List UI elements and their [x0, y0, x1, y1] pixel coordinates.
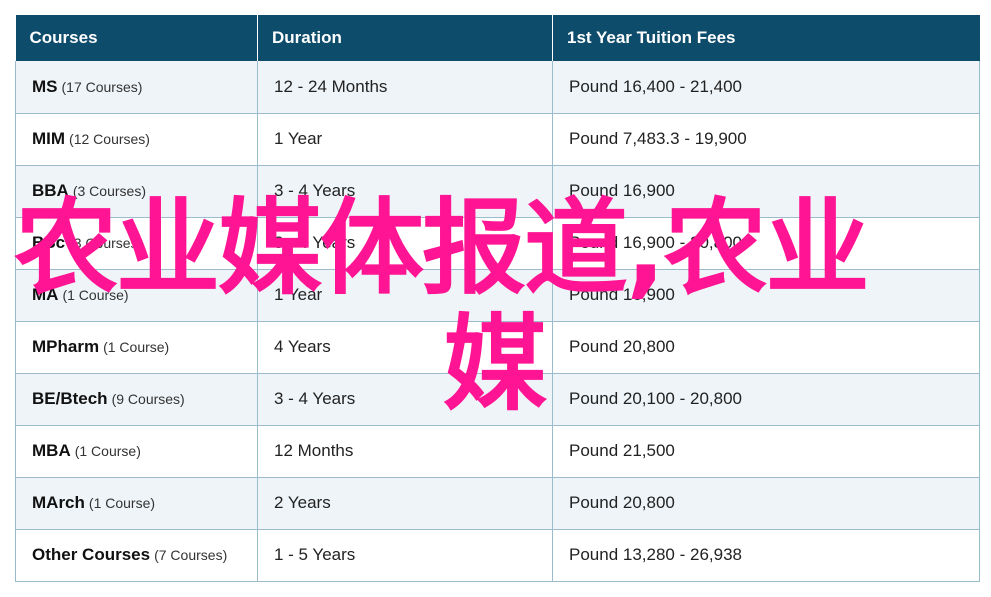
duration-cell: 4 Years	[257, 321, 553, 374]
header-duration: Duration	[257, 15, 553, 61]
duration-cell: 3 - 4 Years	[257, 217, 553, 270]
course-name[interactable]: MA	[32, 285, 58, 304]
course-cell: Other Courses (7 Courses)	[15, 529, 258, 582]
fees-cell: Pound 21,500	[552, 425, 980, 478]
fees-cell: Pound 16,400 - 21,400	[552, 61, 980, 114]
duration-cell: 1 Year	[257, 113, 553, 166]
course-count: (7 Courses)	[154, 547, 228, 563]
course-cell: BSc (3 Courses)	[15, 217, 258, 270]
duration-cell: 3 - 4 Years	[257, 373, 553, 426]
course-count: (3 Courses)	[72, 183, 146, 199]
course-name[interactable]: BE/Btech	[32, 389, 108, 408]
duration-cell: 3 - 4 Years	[257, 165, 553, 218]
table-row: MA (1 Course) 1 Year Pound 16,900	[15, 269, 980, 322]
course-count: (3 Courses)	[69, 235, 143, 251]
duration-cell: 1 - 5 Years	[257, 529, 553, 582]
fees-cell: Pound 7,483.3 - 19,900	[552, 113, 980, 166]
course-count: (1 Course)	[62, 287, 129, 303]
fees-cell: Pound 20,800	[552, 321, 980, 374]
course-count: (1 Course)	[74, 443, 141, 459]
table-row: MS (17 Courses) 12 - 24 Months Pound 16,4…	[15, 61, 980, 114]
course-count: (1 Course)	[88, 495, 156, 511]
header-courses: Courses	[15, 15, 258, 61]
table-row: BE/Btech (9 Courses) 3 - 4 Years Pound 20…	[15, 373, 980, 426]
course-name[interactable]: BSc	[32, 233, 65, 252]
course-count: (9 Courses)	[111, 391, 185, 407]
duration-cell: 2 Years	[257, 477, 553, 530]
course-name[interactable]: Other Courses	[32, 545, 150, 564]
course-cell: MBA (1 Course)	[15, 425, 258, 478]
table-body: MS (17 Courses) 12 - 24 Months Pound 16,4…	[15, 61, 980, 582]
course-count: (1 Course)	[103, 339, 170, 355]
header-row: Courses Duration 1st Year Tuition Fees	[15, 15, 980, 61]
table-row: MArch (1 Course) 2 Years Pound 20,800	[15, 477, 980, 530]
course-cell: BE/Btech (9 Courses)	[15, 373, 258, 426]
table-row: BBA (3 Courses) 3 - 4 Years Pound 16,900	[15, 165, 980, 218]
course-cell: MS (17 Courses)	[15, 61, 258, 114]
fees-cell: Pound 13,280 - 26,938	[552, 529, 980, 582]
table-row: Other Courses (7 Courses) 1 - 5 Years Pou…	[15, 529, 980, 582]
course-count: (17 Courses)	[61, 78, 143, 95]
course-cell: MIM (12 Courses)	[15, 113, 258, 166]
course-count: (12 Courses)	[69, 131, 150, 147]
tuition-fees-table: Courses Duration 1st Year Tuition Fees M…	[15, 15, 980, 582]
course-cell: MPharm (1 Course)	[15, 321, 258, 374]
fees-cell: Pound 20,800	[552, 477, 980, 530]
course-name[interactable]: BBA	[32, 181, 69, 200]
course-name[interactable]: MS	[32, 77, 58, 96]
duration-cell: 1 Year	[257, 269, 553, 322]
duration-cell: 12 - 24 Months	[257, 61, 553, 114]
duration-cell: 12 Months	[257, 425, 553, 478]
course-cell: MA (1 Course)	[15, 269, 258, 322]
course-cell: BBA (3 Courses)	[15, 165, 258, 218]
table-row: MPharm (1 Course) 4 Years Pound 20,800	[15, 321, 980, 374]
table-row: MIM (12 Courses) 1 Year Pound 7,483.3 - 1…	[15, 113, 980, 166]
table-header: Courses Duration 1st Year Tuition Fees	[15, 15, 980, 61]
page: Courses Duration 1st Year Tuition Fees M…	[0, 0, 991, 597]
fees-cell: Pound 16,900	[552, 269, 980, 322]
course-name[interactable]: MPharm	[32, 337, 99, 356]
course-name[interactable]: MArch	[32, 493, 85, 512]
course-name[interactable]: MIM	[32, 129, 65, 148]
header-fees: 1st Year Tuition Fees	[552, 15, 980, 61]
fees-cell: Pound 16,900 - 20,800	[552, 217, 980, 270]
course-name[interactable]: MBA	[32, 441, 71, 460]
fees-cell: Pound 16,900	[552, 165, 980, 218]
course-cell: MArch (1 Course)	[15, 477, 258, 530]
table-row: MBA (1 Course) 12 Months Pound 21,500	[15, 425, 980, 478]
table-row: BSc (3 Courses) 3 - 4 Years Pound 16,900 …	[15, 217, 980, 270]
fees-cell: Pound 20,100 - 20,800	[552, 373, 980, 426]
